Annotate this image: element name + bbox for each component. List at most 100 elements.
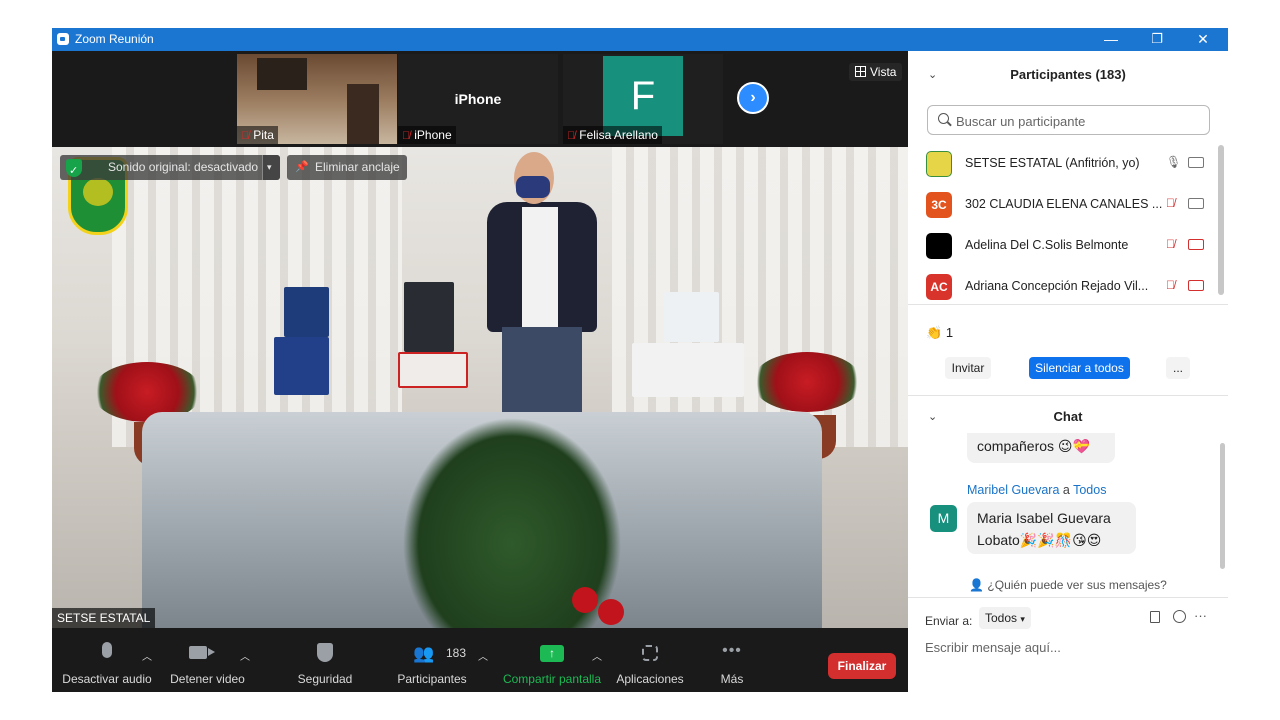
chat-message-bubble: Maria Isabel Guevara Lobato🎉🎉🎊😘😍	[967, 502, 1136, 554]
camera-off-icon[interactable]	[1188, 280, 1204, 291]
pin-icon: 📌	[295, 161, 309, 173]
invite-button[interactable]: Invitar	[945, 357, 991, 379]
room-decor	[347, 84, 379, 144]
participant-search-input[interactable]	[954, 109, 1208, 133]
chevron-right-icon: ›	[750, 89, 756, 106]
product-box	[398, 352, 468, 388]
thumbnail-name: iPhone	[414, 128, 452, 142]
restore-button[interactable]: ❐	[1134, 28, 1180, 51]
apps-icon	[642, 645, 658, 664]
avatar	[926, 151, 952, 177]
product-box	[664, 292, 719, 342]
next-page-button[interactable]: ›	[737, 82, 769, 114]
thumbnail-pita[interactable]: 🎙̸ Pita	[237, 54, 397, 144]
security-button[interactable]: Seguridad	[290, 628, 360, 692]
apps-label: Aplicaciones	[616, 672, 684, 686]
file-icon[interactable]	[1150, 611, 1160, 623]
participants-label: Participantes	[397, 672, 467, 686]
apps-button[interactable]: Aplicaciones	[612, 628, 688, 692]
thumbnail-name: Felisa Arellano	[579, 128, 658, 142]
title-bar: Zoom Reunión — ❐ ✕	[52, 28, 1228, 51]
minimize-button[interactable]: —	[1088, 28, 1134, 51]
participants-button[interactable]: 👥 183 Participantes	[392, 628, 472, 692]
participant-list: SETSE ESTATAL (Anfitrión, yo) 🎙 3C 302 C…	[908, 143, 1228, 311]
chat-title: Chat	[1053, 409, 1083, 424]
camera-off-icon[interactable]	[1188, 239, 1204, 250]
clap-icon: 👏	[926, 325, 943, 340]
mic-muted-icon[interactable]: 🎙̸	[1166, 196, 1180, 212]
unpin-button[interactable]: 📌 Eliminar anclaje	[287, 155, 407, 180]
participants-more-button[interactable]: ...	[1166, 357, 1190, 379]
participant-row[interactable]: Adelina Del C.Solis Belmonte 🎙̸	[908, 225, 1218, 266]
mic-muted-icon: 🎙̸	[402, 130, 411, 142]
chevron-down-icon: ▾	[1020, 614, 1025, 624]
mic-muted-icon[interactable]: 🎙̸	[1166, 237, 1180, 253]
avatar: 3C	[926, 192, 952, 218]
chat-message-text: Maria Isabel Guevara	[977, 510, 1111, 526]
share-screen-icon: ↑	[540, 645, 564, 662]
emoji-icon[interactable]	[1173, 610, 1186, 623]
window-title: Zoom Reunión	[75, 32, 154, 46]
share-screen-button[interactable]: ↑ Compartir pantalla	[499, 628, 605, 692]
grid-icon	[855, 66, 866, 77]
chat-message-input[interactable]	[925, 637, 1215, 657]
avatar	[926, 233, 952, 259]
stop-video-label: Detener video	[170, 672, 245, 686]
product-box	[274, 337, 329, 395]
camera-icon[interactable]	[1188, 198, 1204, 209]
participant-list-scrollbar[interactable]	[1218, 145, 1224, 295]
product-box	[632, 343, 744, 397]
original-sound-button[interactable]: Sonido original: desactivado	[60, 155, 280, 184]
participant-name: 302 CLAUDIA ELENA CANALES ...	[965, 197, 1163, 211]
mic-muted-icon: 🎙̸	[567, 130, 576, 142]
original-sound-dropdown[interactable]: ▾	[262, 155, 280, 180]
ornament	[572, 587, 598, 613]
chat-message-bubble: compañeros 😉💝	[967, 433, 1115, 463]
participants-title: Participantes (183)	[1010, 67, 1126, 82]
more-icon[interactable]: ···	[1194, 608, 1207, 623]
security-label: Seguridad	[297, 672, 353, 686]
mic-muted-icon[interactable]: 🎙̸	[1166, 278, 1180, 294]
audio-options-chevron-icon[interactable]: ︿	[142, 648, 152, 663]
thumbnail-iphone[interactable]: iPhone 🎙̸ iPhone	[398, 54, 558, 144]
mute-all-button[interactable]: Silenciar a todos	[1029, 357, 1130, 379]
camera-icon[interactable]	[1188, 157, 1204, 168]
who-can-see-link[interactable]: 👤 ¿Quién puede ver sus mensajes?	[908, 578, 1228, 592]
chat-to-word: a	[1062, 483, 1070, 497]
microphone-icon[interactable]: 🎙	[1166, 155, 1181, 171]
participant-name: Adriana Concepción Rejado Vil...	[965, 279, 1149, 293]
more-button[interactable]: ••• Más	[707, 628, 757, 692]
meeting-toolbar: Desactivar audio ︿ Detener video ︿ Segur…	[52, 628, 908, 692]
share-screen-label: Compartir pantalla	[502, 672, 602, 686]
chat-sender: Maribel Guevara a Todos	[967, 483, 1106, 497]
participants-options-chevron-icon[interactable]: ︿	[478, 648, 488, 663]
main-video: Sonido original: desactivado ▾ 📌 Elimina…	[52, 147, 908, 628]
participant-row[interactable]: AC Adriana Concepción Rejado Vil... 🎙̸	[908, 266, 1218, 307]
chat-sender-name[interactable]: Maribel Guevara	[967, 483, 1059, 497]
reaction-count: 1	[945, 325, 954, 340]
ornament	[598, 599, 624, 625]
video-name-label: SETSE ESTATAL	[52, 608, 156, 628]
chat-message-text: Lobato🎉🎉🎊😘😍	[977, 532, 1102, 548]
participant-row[interactable]: SETSE ESTATAL (Anfitrión, yo) 🎙	[908, 143, 1218, 184]
avatar: F	[603, 56, 683, 136]
product-box	[404, 282, 454, 352]
thumbnail-felisa[interactable]: F 🎙̸ Felisa Arellano	[563, 54, 723, 144]
end-meeting-button[interactable]: Finalizar	[828, 653, 896, 679]
mute-label: Desactivar audio	[62, 672, 152, 686]
chat-scrollbar[interactable]	[1220, 443, 1225, 569]
send-to-select[interactable]: Todos ▾	[979, 607, 1031, 629]
chat-recipient[interactable]: Todos	[1073, 483, 1106, 497]
participant-search[interactable]	[927, 105, 1210, 135]
video-options-chevron-icon[interactable]: ︿	[240, 648, 250, 663]
people-icon: 👤	[969, 578, 985, 592]
who-can-see-label: ¿Quién puede ver sus mensajes?	[987, 578, 1167, 592]
divider	[908, 395, 1228, 396]
share-options-chevron-icon[interactable]: ︿	[592, 648, 602, 663]
view-button[interactable]: Vista	[849, 63, 903, 81]
participant-row[interactable]: 3C 302 CLAUDIA ELENA CANALES ... 🎙̸	[908, 184, 1218, 225]
close-button[interactable]: ✕	[1180, 28, 1226, 51]
camera-icon	[189, 646, 215, 662]
zoom-logo-icon	[57, 33, 69, 45]
chat-message-text: compañeros 😉💝	[977, 438, 1090, 454]
